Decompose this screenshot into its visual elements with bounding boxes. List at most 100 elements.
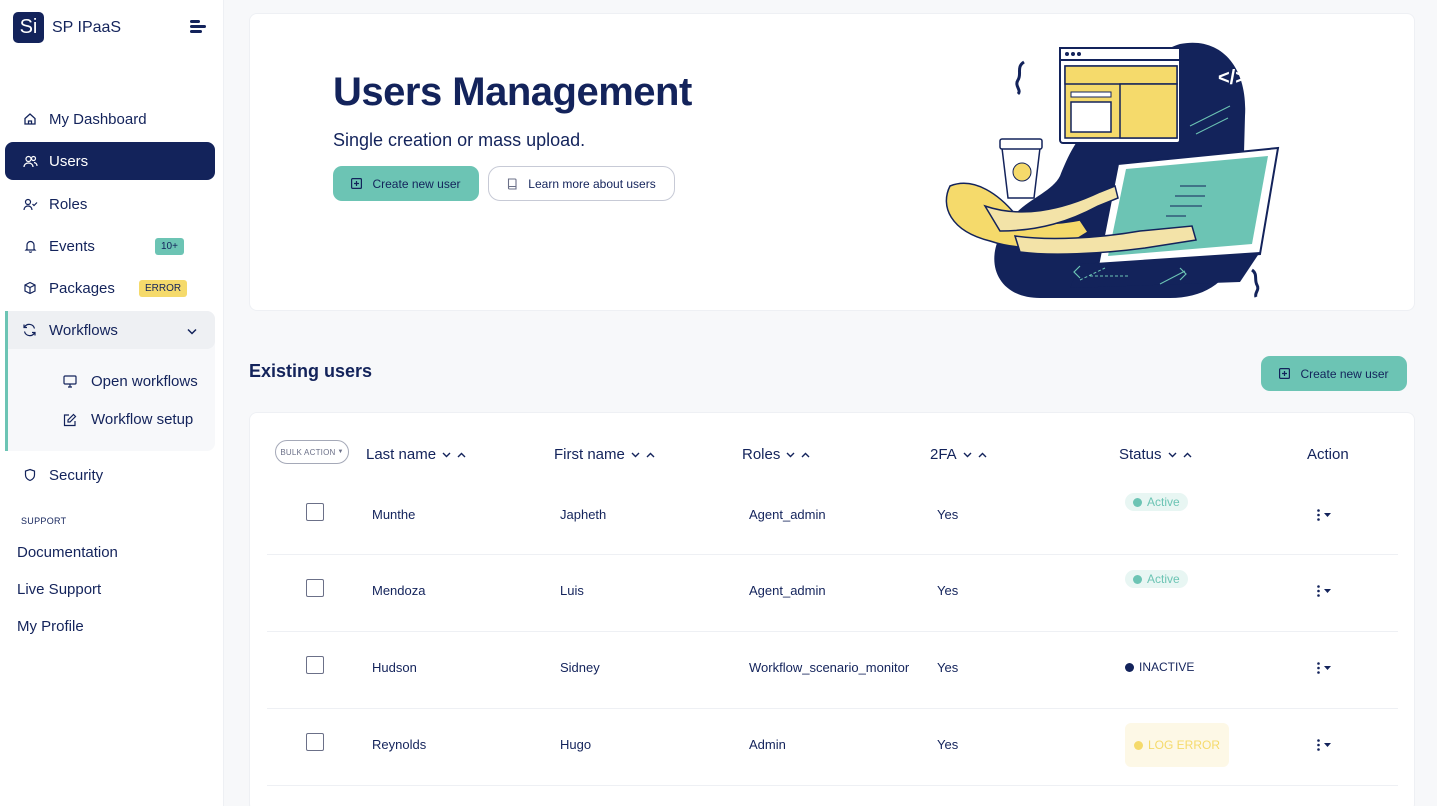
chevron-down-icon[interactable] — [631, 452, 640, 458]
status-badge: LOG ERROR — [1125, 723, 1230, 767]
workflows-group: Workflows Open workflows Workflow setup — [5, 311, 215, 451]
row-checkbox[interactable] — [306, 733, 324, 751]
page-subtitle: Single creation or mass upload. — [333, 130, 586, 150]
sidebar-item-security[interactable]: Security — [5, 456, 215, 494]
table-row: Hudson Sidney Workflow_scenario_monitor … — [267, 632, 1398, 709]
column-header-label: First name — [554, 446, 625, 463]
bell-icon — [22, 238, 38, 254]
sidebar-subitem-open-workflows[interactable]: Open workflows — [63, 373, 198, 390]
row-checkbox[interactable] — [306, 656, 324, 674]
chevron-up-icon[interactable] — [978, 452, 987, 458]
brand[interactable]: Si SP IPaaS — [13, 12, 121, 43]
bulk-action-dropdown[interactable]: BULK ACTION ▼ — [275, 440, 349, 464]
sidebar: Si SP IPaaS My Dashboard Users Roles Eve… — [0, 0, 224, 806]
status-label: INACTIVE — [1139, 660, 1195, 674]
status-badge: Active — [1125, 570, 1188, 588]
sidebar-item-label: Packages — [49, 279, 115, 297]
column-header-roles[interactable]: Roles — [742, 446, 810, 463]
sort-controls[interactable] — [786, 452, 810, 458]
column-header-label: Last name — [366, 446, 437, 463]
user-check-icon — [22, 196, 38, 212]
book-icon — [507, 177, 518, 190]
chevron-down-icon[interactable] — [963, 452, 972, 458]
sidebar-item-dashboard[interactable]: My Dashboard — [5, 100, 215, 138]
page-title: Users Management — [333, 70, 692, 114]
my-profile-link[interactable]: My Profile — [17, 618, 84, 635]
sidebar-item-label: Events — [49, 237, 95, 255]
chevron-up-icon[interactable] — [646, 452, 655, 458]
status-label: LOG ERROR — [1148, 738, 1221, 752]
sidebar-item-label: Roles — [49, 195, 88, 213]
hero-create-user-button[interactable]: Create new user — [333, 166, 479, 201]
row-checkbox[interactable] — [306, 503, 324, 521]
hero-card: Users Management Single creation or mass… — [249, 13, 1415, 311]
row-action-menu[interactable] — [1317, 509, 1331, 521]
chevron-up-icon[interactable] — [1183, 452, 1192, 458]
sort-controls[interactable] — [1168, 452, 1192, 458]
table-row: Mendoza Luis Agent_admin Yes Active — [267, 555, 1398, 632]
svg-text:</>: </> — [1218, 67, 1247, 89]
chevron-down-icon[interactable] — [786, 452, 795, 458]
cell-last-name: Munthe — [372, 507, 416, 522]
cell-last-name: Reynolds — [372, 737, 427, 752]
cell-role: Agent_admin — [749, 507, 826, 522]
sidebar-item-events[interactable]: Events 10+ — [5, 227, 215, 265]
cell-role: Workflow_scenario_monitor — [749, 660, 910, 675]
column-header-last-name[interactable]: Last name — [366, 446, 466, 463]
refresh-icon — [22, 323, 38, 337]
box-icon — [22, 280, 38, 296]
row-checkbox[interactable] — [306, 579, 324, 597]
cell-first-name: Luis — [560, 583, 584, 598]
users-icon — [22, 153, 38, 169]
chevron-down-icon[interactable] — [1168, 452, 1177, 458]
status-badge: Active — [1125, 493, 1188, 511]
status-dot — [1125, 662, 1134, 672]
sidebar-item-workflows[interactable]: Workflows — [8, 311, 215, 349]
row-action-menu[interactable] — [1317, 662, 1331, 674]
caret-down-icon — [1324, 743, 1331, 747]
live-support-link[interactable]: Live Support — [17, 581, 101, 598]
column-header-2fa[interactable]: 2FA — [930, 446, 987, 463]
kebab-icon — [1317, 662, 1320, 674]
documentation-link[interactable]: Documentation — [17, 544, 118, 561]
sidebar-item-label: Security — [49, 466, 104, 484]
column-header-status[interactable]: Status — [1119, 446, 1192, 463]
learn-more-users-button[interactable]: Learn more about users — [488, 166, 675, 201]
sort-controls[interactable] — [631, 452, 655, 458]
status-badge: INACTIVE — [1125, 660, 1194, 674]
status-dot — [1133, 574, 1142, 584]
chevron-up-icon[interactable] — [457, 452, 466, 458]
collapse-sidebar-icon[interactable] — [190, 20, 206, 34]
cell-first-name: Sidney — [560, 660, 600, 675]
sidebar-item-roles[interactable]: Roles — [5, 185, 215, 223]
kebab-icon — [1317, 585, 1320, 597]
sidebar-item-label: Users — [49, 152, 89, 170]
create-user-button[interactable]: Create new user — [1261, 356, 1407, 391]
bulk-action-label: BULK ACTION — [280, 447, 336, 457]
status-label: Active — [1147, 572, 1180, 586]
cell-2fa: Yes — [937, 583, 959, 598]
button-label: Create new user — [372, 176, 461, 191]
column-header-label: 2FA — [930, 446, 957, 463]
sort-controls[interactable] — [963, 452, 987, 458]
row-action-menu[interactable] — [1317, 739, 1331, 751]
row-action-menu[interactable] — [1317, 585, 1331, 597]
table-row: Munthe Japheth Agent_admin Yes Active — [267, 478, 1398, 555]
chevron-up-icon[interactable] — [801, 452, 810, 458]
edit-icon — [63, 413, 79, 427]
caret-down-icon — [1324, 666, 1331, 670]
sidebar-item-users[interactable]: Users — [5, 142, 215, 180]
plus-square-icon — [1279, 368, 1291, 379]
sort-controls[interactable] — [442, 452, 466, 458]
button-label: Create new user — [1300, 366, 1389, 381]
developer-illustration: </> — [945, 42, 1280, 298]
chevron-down-icon[interactable] — [187, 322, 197, 339]
support-section-label: SUPPORT — [21, 516, 67, 526]
sidebar-subitem-workflow-setup[interactable]: Workflow setup — [63, 411, 193, 428]
cell-2fa: Yes — [937, 507, 959, 522]
table-row: Reynolds Hugo Admin Yes LOG ERROR — [267, 709, 1398, 786]
sidebar-item-packages[interactable]: Packages ERROR — [5, 269, 215, 307]
status-dot — [1134, 740, 1143, 750]
column-header-first-name[interactable]: First name — [554, 446, 655, 463]
chevron-down-icon[interactable] — [442, 452, 451, 458]
